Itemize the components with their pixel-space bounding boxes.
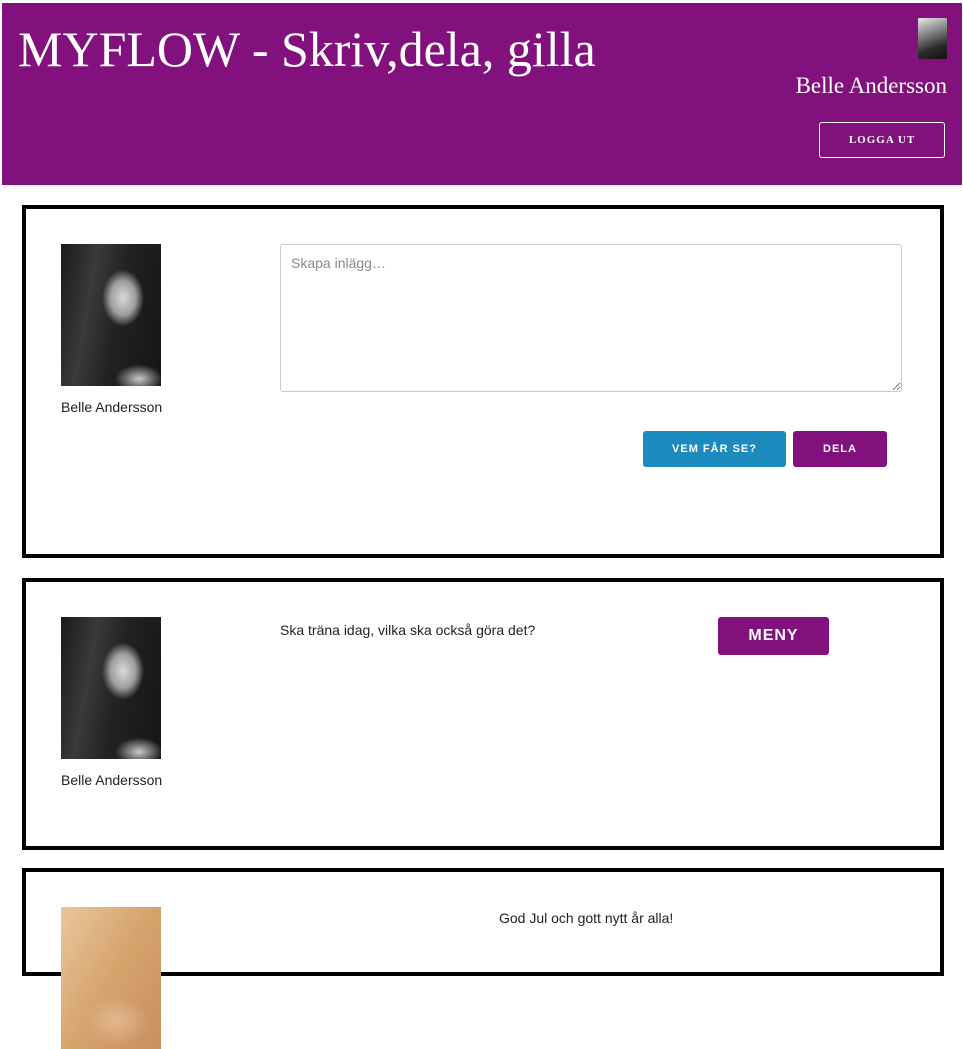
site-title: MYFLOW - Skriv,dela, gilla bbox=[18, 21, 596, 77]
header-avatar[interactable] bbox=[918, 18, 947, 59]
header-user-name: Belle Andersson bbox=[795, 73, 947, 98]
audience-button[interactable]: VEM FÅR SE? bbox=[643, 431, 786, 467]
post-author-avatar bbox=[61, 907, 161, 1049]
composer-avatar bbox=[61, 244, 161, 386]
post-author-avatar bbox=[61, 617, 161, 759]
post-card: God Jul och gott nytt år alla! bbox=[22, 868, 944, 1049]
share-button[interactable]: DELA bbox=[793, 431, 887, 467]
post-composer-card: Belle Andersson VEM FÅR SE? DELA bbox=[22, 205, 944, 558]
site-header: MYFLOW - Skriv,dela, gilla Belle Anderss… bbox=[2, 3, 962, 185]
logout-button[interactable]: LOGGA UT bbox=[819, 122, 945, 158]
post-text: God Jul och gott nytt år alla! bbox=[499, 910, 674, 926]
post-menu-button[interactable]: MENY bbox=[718, 617, 829, 655]
composer-author-name: Belle Andersson bbox=[61, 399, 163, 415]
post-card: Belle Andersson Ska träna idag, vilka sk… bbox=[22, 578, 944, 850]
create-post-textarea[interactable] bbox=[280, 244, 902, 392]
post-text: Ska träna idag, vilka ska också göra det… bbox=[280, 622, 536, 638]
post-author-name: Belle Andersson bbox=[61, 772, 163, 788]
